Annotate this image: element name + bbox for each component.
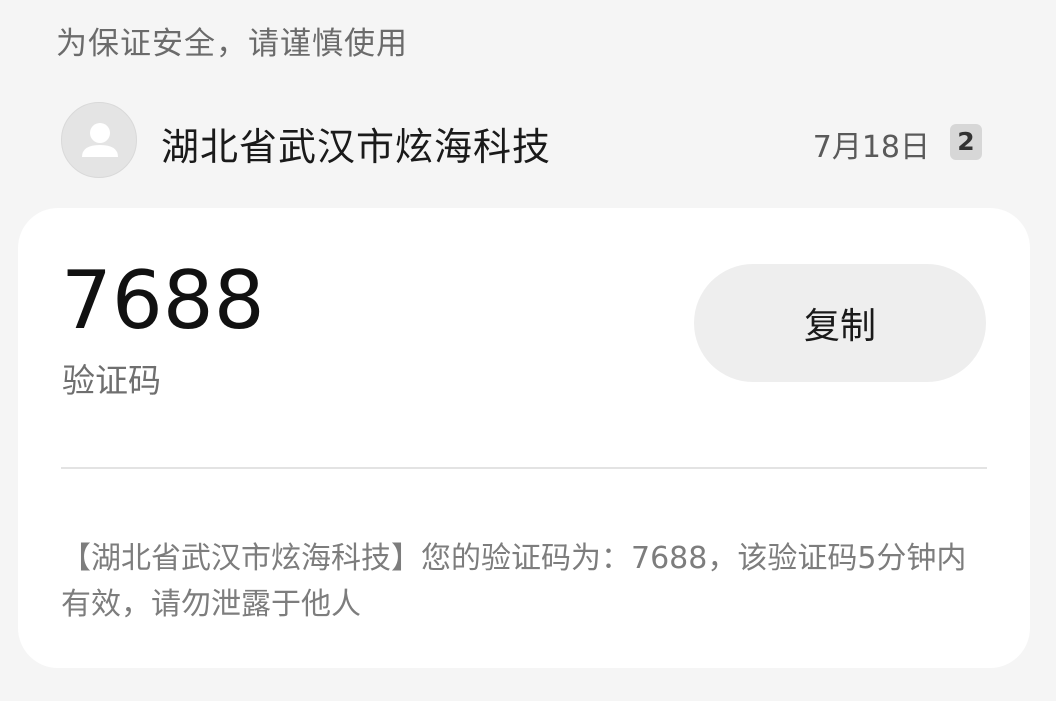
message-date: 7月18日	[812, 130, 930, 165]
verification-code: 7688	[61, 254, 265, 347]
security-notice: 为保证安全，请谨慎使用	[56, 26, 408, 62]
sender-header: 湖北省武汉市炫海科技 7月18日 2	[61, 102, 986, 178]
copy-button[interactable]: 复制	[694, 264, 986, 382]
sender-name: 湖北省武汉市炫海科技	[161, 125, 552, 169]
verification-card: 7688 验证码 复制 【湖北省武汉市炫海科技】您的验证码为：7688，该验证码…	[18, 208, 1030, 668]
divider	[61, 467, 987, 469]
message-body: 【湖北省武汉市炫海科技】您的验证码为：7688，该验证码5分钟内有效，请勿泄露于…	[61, 541, 967, 622]
sim-badge: 2	[950, 124, 982, 160]
person-icon	[82, 123, 118, 157]
verification-code-label: 验证码	[62, 361, 161, 400]
avatar[interactable]	[61, 102, 137, 178]
